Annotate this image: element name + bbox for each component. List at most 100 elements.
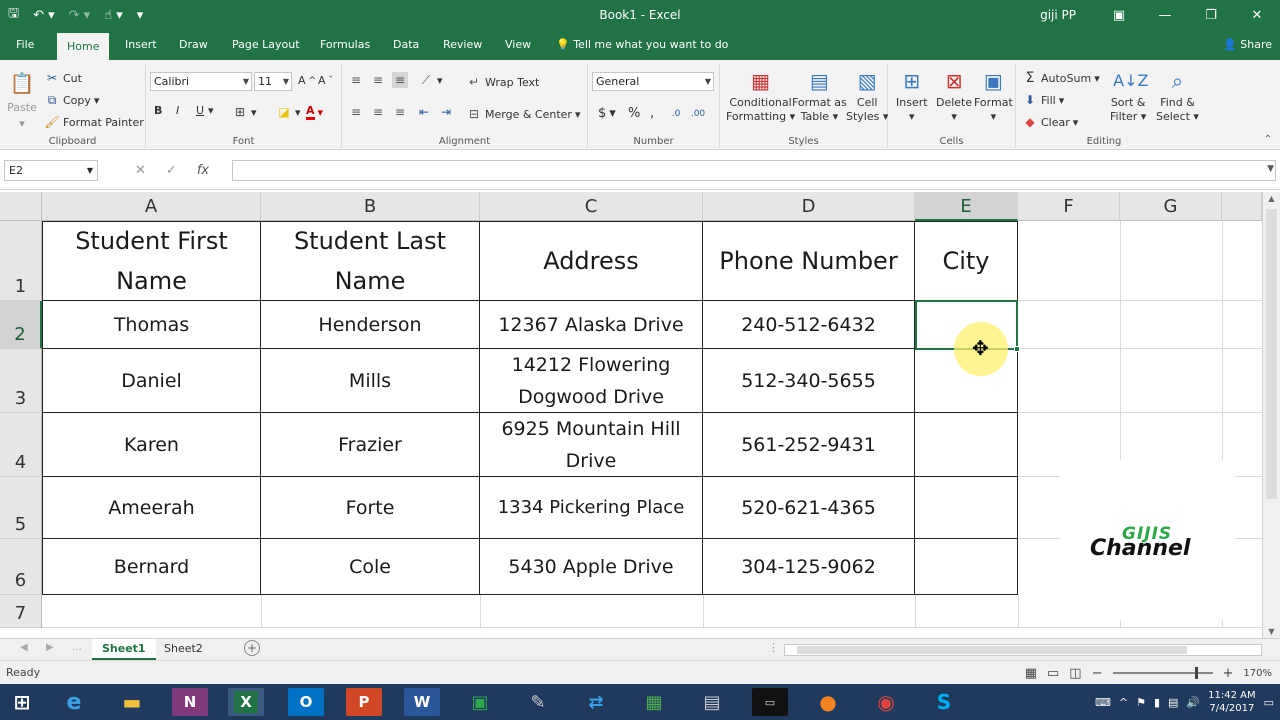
merge-center-button[interactable]: ⊟ Merge & Center ▾	[466, 106, 581, 122]
cell-e4[interactable]	[915, 413, 1018, 477]
page-layout-view-icon[interactable]: ▭	[1047, 666, 1059, 681]
table-cell[interactable]: 240-512-6432	[703, 301, 915, 349]
vertical-scrollbar[interactable]: ▲ ▼	[1262, 192, 1280, 638]
onenote-icon[interactable]: N	[172, 688, 208, 716]
outlook-icon[interactable]: O	[288, 688, 324, 716]
bottom-align-button[interactable]: ≡	[392, 72, 408, 88]
table-cell[interactable]: Mills	[261, 349, 480, 413]
horizontal-scrollbar[interactable]	[784, 644, 1262, 656]
calculator-green-icon[interactable]: ▦	[636, 688, 672, 716]
volume-icon[interactable]: 🔊	[1186, 696, 1200, 709]
normal-view-icon[interactable]: ▦	[1025, 666, 1037, 681]
firefox-icon[interactable]: ●	[810, 688, 846, 716]
word-icon[interactable]: W	[404, 688, 440, 716]
close-button[interactable]: ✕	[1234, 8, 1280, 23]
fill-color-button[interactable]: ◪ ▾	[276, 104, 300, 120]
table-cell[interactable]: Cole	[261, 539, 480, 595]
calculator-icon[interactable]: ▤	[694, 688, 730, 716]
table-cell[interactable]: Forte	[261, 477, 480, 539]
select-all-button[interactable]	[0, 192, 42, 221]
cell-d1[interactable]: Phone Number	[703, 221, 915, 301]
orientation-button[interactable]: ⟋ ▾	[418, 72, 443, 88]
tab-file[interactable]: File	[16, 30, 34, 60]
file-explorer-icon[interactable]: ▬	[114, 688, 150, 716]
internet-explorer-icon[interactable]: e	[56, 688, 92, 716]
keyboard-icon[interactable]: ⌨	[1095, 696, 1111, 709]
cell-styles-button[interactable]: ▧ Cell Styles ▾	[846, 66, 888, 124]
cell-c1[interactable]: Address	[480, 221, 703, 301]
table-cell[interactable]: Bernard	[42, 539, 261, 595]
enter-icon[interactable]: ✓	[166, 163, 177, 178]
notifications-icon[interactable]: ▭	[1264, 696, 1274, 709]
tray-expand-icon[interactable]: ^	[1119, 696, 1128, 709]
font-color-button[interactable]: A ▾	[306, 104, 323, 120]
format-as-table-button[interactable]: ▤ Format as Table ▾	[792, 66, 847, 124]
tab-data[interactable]: Data	[393, 30, 419, 60]
collapse-ribbon-icon[interactable]: ⌃	[1264, 134, 1272, 145]
chrome-icon[interactable]: ◉	[868, 688, 904, 716]
conditional-formatting-button[interactable]: ▦ Conditional Formatting ▾	[726, 66, 795, 124]
zoom-slider-thumb[interactable]	[1194, 667, 1198, 679]
font-size-select[interactable]: 11 ▼	[254, 72, 292, 91]
page-break-view-icon[interactable]: ◫	[1069, 666, 1081, 681]
table-cell[interactable]: Karen	[42, 413, 261, 477]
find-select-button[interactable]: ⌕ Find & Select ▾	[1156, 66, 1199, 124]
excel-taskbar-icon[interactable]: X	[228, 688, 264, 716]
flag-icon[interactable]: ⚑	[1136, 696, 1146, 709]
underline-button[interactable]: U	[196, 104, 204, 117]
user-name[interactable]: giji PP	[1040, 8, 1076, 22]
minimize-button[interactable]: —	[1142, 8, 1188, 23]
tab-formulas[interactable]: Formulas	[320, 30, 370, 60]
tell-me-search[interactable]: 💡 Tell me what you want to do	[556, 30, 728, 60]
column-header-g[interactable]: G	[1120, 192, 1222, 221]
column-header-b[interactable]: B	[261, 192, 480, 221]
expand-formula-bar-icon[interactable]: ▼	[1267, 164, 1274, 174]
network-icon[interactable]: ▤	[1168, 696, 1178, 709]
table-cell[interactable]: 561-252-9431	[703, 413, 915, 477]
shrink-font-button[interactable]: Aˇ	[318, 74, 333, 87]
teamviewer-icon[interactable]: ⇄	[578, 688, 614, 716]
cell-a1[interactable]: Student First Name	[42, 221, 261, 301]
table-cell[interactable]: 304-125-9062	[703, 539, 915, 595]
tab-view[interactable]: View	[505, 30, 531, 60]
fill-button[interactable]: ⬇ Fill ▾	[1022, 92, 1064, 108]
table-cell[interactable]: 520-621-4365	[703, 477, 915, 539]
tab-page-layout[interactable]: Page Layout	[232, 30, 300, 60]
share-button[interactable]: 👤 Share	[1223, 30, 1272, 60]
zoom-slider[interactable]	[1112, 667, 1213, 679]
currency-button[interactable]: $ ▾	[598, 106, 616, 121]
table-cell[interactable]: Frazier	[261, 413, 480, 477]
cell-e6[interactable]	[915, 539, 1018, 595]
decrease-decimal-button[interactable]: .00	[690, 106, 706, 122]
table-cell[interactable]: 1334 Pickering Place	[480, 477, 703, 539]
sort-filter-button[interactable]: A↓Z Sort & Filter ▾	[1110, 66, 1148, 124]
delete-cells-button[interactable]: ⊠ Delete ▾	[936, 66, 972, 124]
tab-insert[interactable]: Insert	[125, 30, 157, 60]
increase-decimal-button[interactable]: .0	[668, 106, 684, 122]
italic-button[interactable]: I	[176, 104, 179, 117]
insert-cells-button[interactable]: ⊞ Insert ▾	[896, 66, 928, 124]
column-header-d[interactable]: D	[703, 192, 915, 221]
formula-input[interactable]	[232, 160, 1276, 181]
zoom-level[interactable]: 170%	[1243, 668, 1272, 679]
tab-draw[interactable]: Draw	[179, 30, 208, 60]
table-cell[interactable]: 6925 Mountain Hill Drive	[480, 413, 703, 477]
next-sheet-icon[interactable]: ▶	[46, 642, 54, 653]
table-cell[interactable]: 14212 Flowering Dogwood Drive	[480, 349, 703, 413]
prev-sheet-icon[interactable]: ◀	[20, 642, 28, 653]
mysql-icon[interactable]: ▭	[752, 688, 788, 716]
font-family-select[interactable]: Calibri ▼	[150, 72, 252, 91]
copy-button[interactable]: ⧉ Copy ▾	[44, 92, 100, 108]
vertical-scroll-thumb[interactable]	[1266, 209, 1277, 499]
align-right-button[interactable]: ≡	[392, 104, 408, 120]
row-header-4[interactable]: 4	[0, 413, 42, 477]
autosum-button[interactable]: Σ AutoSum ▾	[1022, 70, 1100, 86]
middle-align-button[interactable]: ≡	[370, 72, 386, 88]
restore-button[interactable]: ❐	[1188, 8, 1234, 23]
tab-split-handle[interactable]: ⋮	[768, 641, 779, 654]
bold-button[interactable]: B	[154, 104, 162, 117]
cell-e1[interactable]: City	[915, 221, 1018, 301]
more-sheets-icon[interactable]: …	[72, 642, 82, 653]
table-cell[interactable]: Henderson	[261, 301, 480, 349]
sheet-tab-sheet1[interactable]: Sheet1	[92, 639, 156, 660]
